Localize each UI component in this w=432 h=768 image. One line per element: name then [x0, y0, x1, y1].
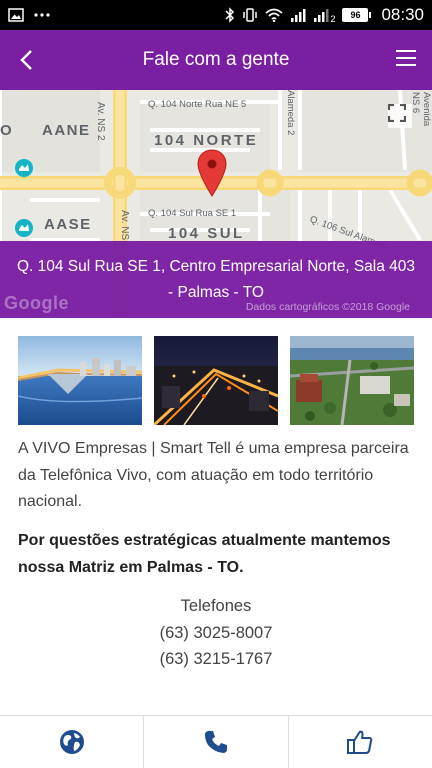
signal-sim-label: 2	[330, 14, 336, 24]
status-bar: 2 96 08:30	[0, 0, 432, 30]
more-icon	[34, 13, 50, 17]
globe-icon	[59, 730, 84, 754]
vibrate-icon	[242, 7, 258, 23]
fullscreen-icon	[388, 104, 406, 122]
wifi-icon	[265, 8, 284, 22]
phones-section: Telefones (63) 3025-8007 (63) 3215-1767	[0, 593, 432, 673]
map-label-q104-norte-rua: Q. 104 Norte Rua NE 5	[148, 99, 247, 110]
photo-bridge[interactable]	[18, 336, 142, 425]
fullscreen-button[interactable]	[388, 104, 412, 128]
battery-icon: 96	[342, 8, 372, 22]
intro-text: A VIVO Empresas | Smart Tell é uma empre…	[18, 440, 409, 510]
phone-icon	[204, 731, 227, 753]
bottom-nav	[0, 715, 432, 768]
poi-icon-2	[15, 219, 33, 237]
map-label-q104-sul-rua: Q. 104 Sul Rua SE 1	[148, 208, 237, 219]
status-right: 2 96 08:30	[225, 5, 424, 25]
photo-gallery	[18, 336, 414, 425]
map-label-edge-o: O	[0, 122, 12, 139]
page-title: Fale com a gente	[142, 49, 290, 70]
back-button[interactable]	[12, 44, 40, 76]
map-label-avenida-ns6: Avenida NS 6	[410, 92, 432, 127]
strategic-text: Por questões estratégicas atualmente man…	[18, 532, 391, 576]
map-copyright: Dados cartográficos ©2018 Google	[245, 301, 410, 313]
like-button[interactable]	[287, 716, 432, 768]
phone-number-2[interactable]: (63) 3215-1767	[0, 646, 432, 673]
map-label-104-sul: 104 SUL	[168, 225, 245, 242]
battery-level: 96	[350, 10, 361, 20]
phones-title: Telefones	[180, 597, 252, 615]
bluetooth-icon	[225, 7, 235, 23]
call-button[interactable]	[143, 716, 287, 768]
poi-icon-1	[15, 159, 33, 177]
google-logo: Google	[4, 293, 69, 313]
map-label-aase: AASE	[44, 216, 92, 233]
phone-number-1[interactable]: (63) 3025-8007	[0, 620, 432, 647]
thumbs-up-icon	[347, 730, 373, 754]
status-left	[8, 8, 50, 22]
photo-palmas-aerial[interactable]	[290, 336, 414, 425]
menu-button[interactable]	[394, 48, 418, 72]
map-label-av-ns2-top: Av. NS 2	[95, 102, 106, 141]
back-arrow-icon	[20, 50, 32, 70]
app-header: Fale com a gente	[0, 30, 432, 90]
clock: 08:30	[381, 5, 424, 24]
signal-2-icon	[313, 8, 329, 22]
photo-night-city[interactable]	[154, 336, 278, 425]
image-icon	[8, 8, 24, 22]
signal-icon	[290, 8, 306, 22]
map-label-aane: AANE	[42, 122, 91, 139]
map[interactable]: AANE AASE 104 NORTE 104 SUL Q. 104 Norte…	[0, 90, 432, 318]
website-button[interactable]	[0, 716, 143, 768]
map-label-alameda-2: Alameda 2	[285, 90, 296, 136]
hamburger-menu-icon	[396, 50, 416, 66]
map-label-104-norte: 104 NORTE	[154, 132, 259, 149]
